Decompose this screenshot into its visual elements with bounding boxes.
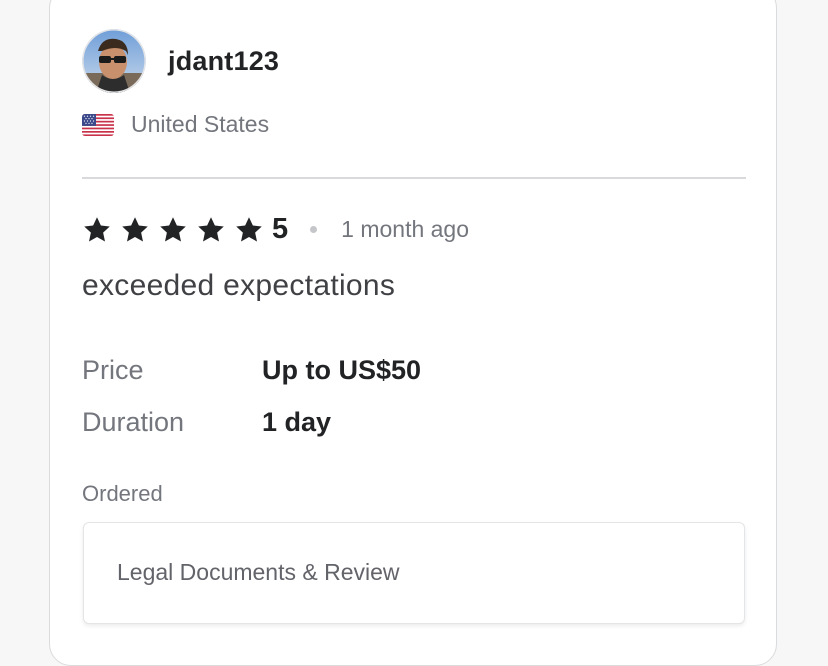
- review-time: 1 month ago: [341, 216, 470, 242]
- price-value: Up to US$50: [262, 355, 422, 385]
- dot-separator: [310, 226, 318, 233]
- duration-value: 1 day: [262, 407, 332, 437]
- ordered-item-card[interactable]: Legal Documents & Review: [83, 522, 745, 624]
- ordered-item-title[interactable]: Legal Documents & Review: [117, 559, 400, 586]
- ordered-label: Ordered: [82, 481, 163, 506]
- review-text: exceeded expectations: [82, 269, 396, 302]
- avatar[interactable]: [82, 29, 146, 93]
- star-rating: [82, 215, 272, 245]
- rating-value: 5: [272, 213, 289, 245]
- duration-row: Duration 1 day: [82, 407, 331, 438]
- country-name: United States: [131, 111, 270, 137]
- divider: [82, 177, 746, 179]
- review-card: jdant123 United States 5 1 month ago exc…: [49, 0, 777, 666]
- rating-row: 5 1 month ago: [82, 213, 469, 246]
- reviewer-country: United States: [82, 111, 269, 138]
- reviewer-info: jdant123: [82, 29, 279, 93]
- us-flag-icon: [82, 113, 114, 136]
- star-icon: [122, 216, 148, 241]
- star-icon: [160, 216, 186, 241]
- price-label: Price: [82, 355, 144, 385]
- star-icon: [84, 216, 110, 241]
- star-icon: [198, 216, 224, 241]
- star-icon: [236, 216, 262, 241]
- username[interactable]: jdant123: [168, 46, 279, 77]
- price-row: Price Up to US$50: [82, 355, 421, 386]
- duration-label: Duration: [82, 407, 185, 437]
